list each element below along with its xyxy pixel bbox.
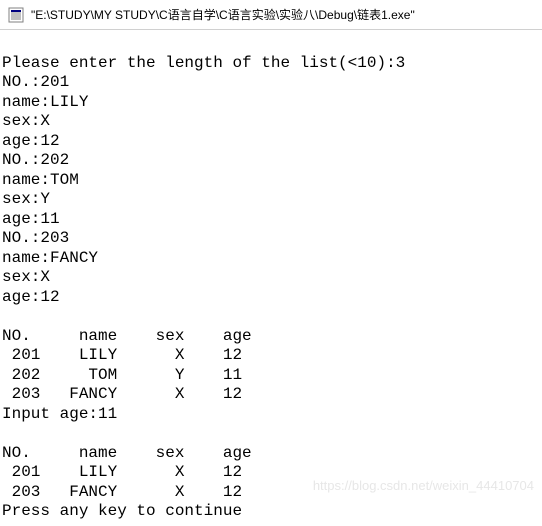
entry-name: name:FANCY [2,249,98,267]
table-row: 201 LILY X 12 [2,463,242,481]
window-title: "E:\STUDY\MY STUDY\C语言自学\C语言实验\实验八\Debug… [31,6,415,23]
entry-age: age:11 [2,210,60,228]
entry-no: NO.:202 [2,151,69,169]
table-header: NO. name sex age [2,444,252,462]
table-row: 203 FANCY X 12 [2,385,242,403]
entry-sex: sex:Y [2,190,50,208]
entry-no: NO.:203 [2,229,69,247]
input-age: Input age:11 [2,405,117,423]
table-header: NO. name sex age [2,327,252,345]
table-row: 202 TOM Y 11 [2,366,242,384]
table-row: 201 LILY X 12 [2,346,242,364]
titlebar[interactable]: "E:\STUDY\MY STUDY\C语言自学\C语言实验\实验八\Debug… [0,0,542,30]
entry-sex: sex:X [2,268,50,286]
prompt-length: Please enter the length of the list(<10)… [2,54,405,72]
entry-name: name:LILY [2,93,88,111]
table-row: 203 FANCY X 12 [2,483,242,501]
entry-name: name:TOM [2,171,79,189]
app-icon [8,7,24,23]
console-output: Please enter the length of the list(<10)… [0,30,542,526]
entry-no: NO.:201 [2,73,69,91]
press-key: Press any key to continue [2,502,242,520]
entry-age: age:12 [2,288,60,306]
entry-sex: sex:X [2,112,50,130]
entry-age: age:12 [2,132,60,150]
